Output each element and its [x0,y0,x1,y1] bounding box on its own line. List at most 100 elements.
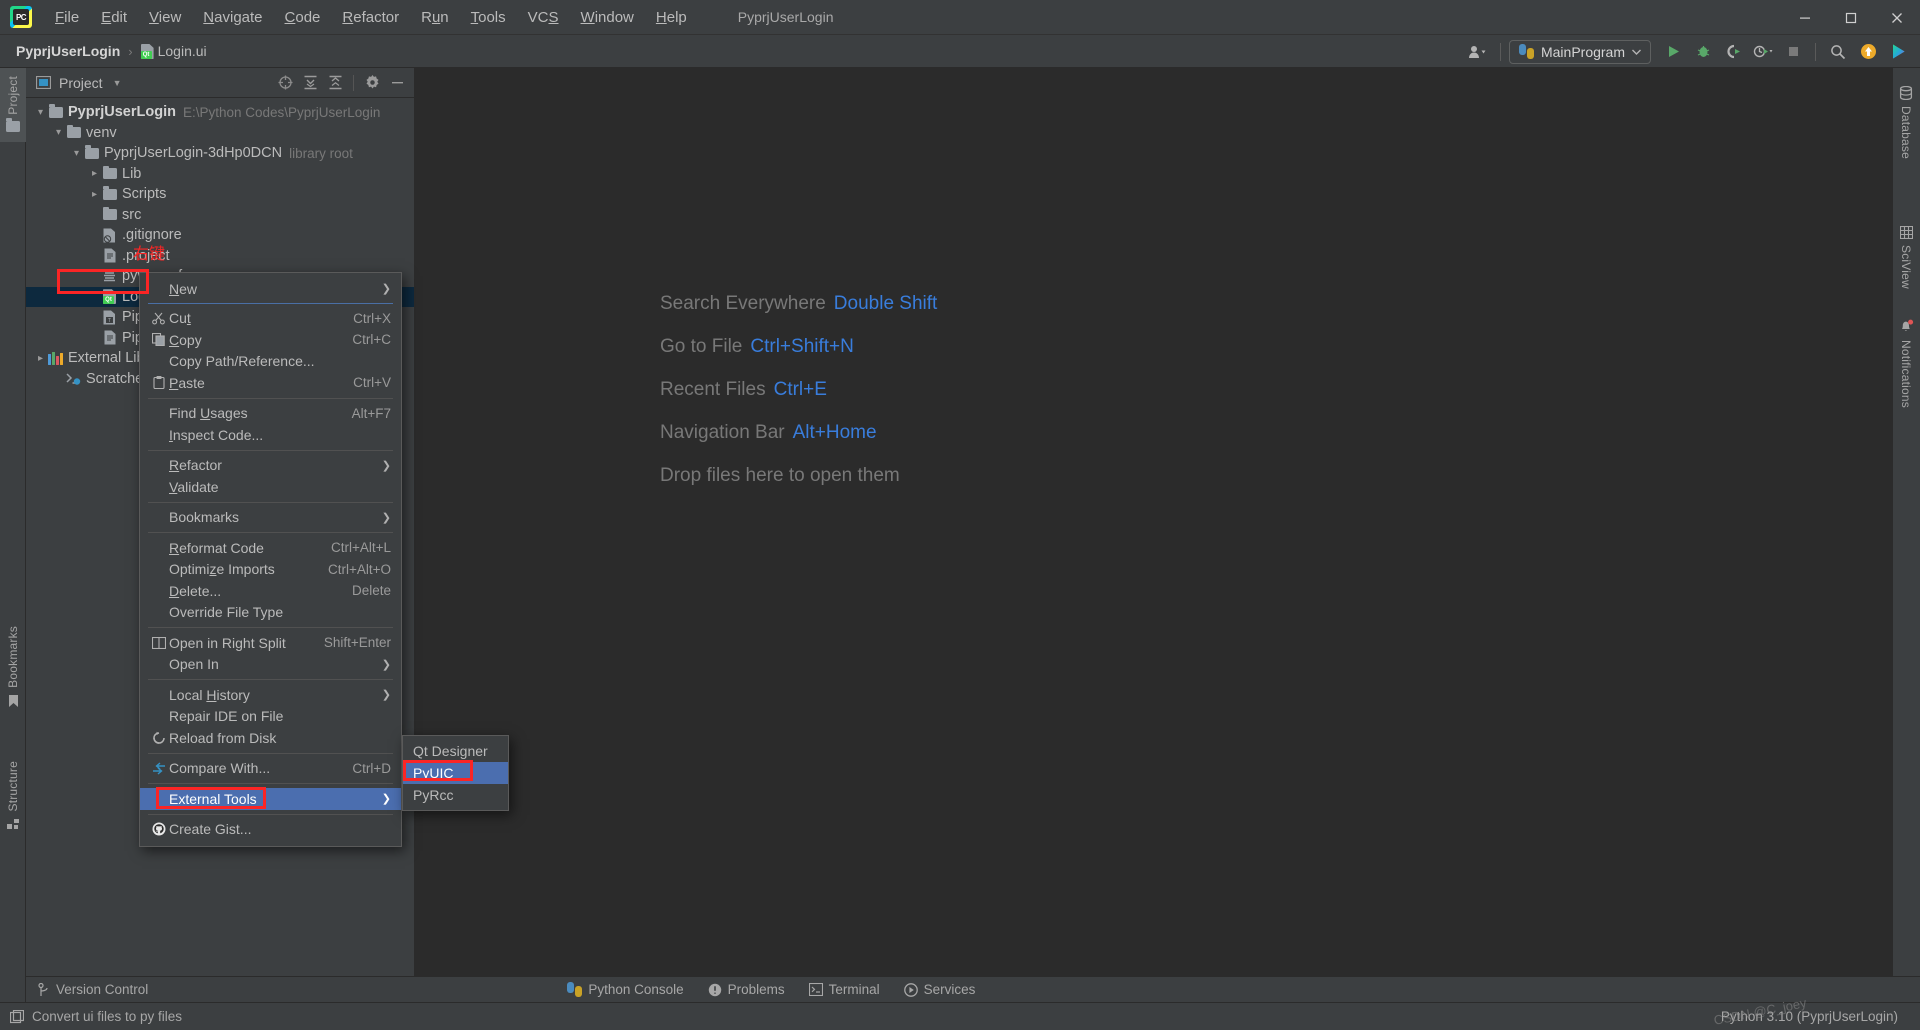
external-tools-submenu[interactable]: Qt Designer PyUIC PyRcc [402,735,509,811]
tree-row-library-root[interactable]: ▾ PyprjUserLogin-3dHp0DCN library root [26,143,414,164]
user-account-icon[interactable] [1464,39,1492,65]
menu-item-new[interactable]: New ❯ [140,278,401,300]
select-opened-file-icon[interactable] [274,72,296,94]
menu-refactor[interactable]: Refactor [331,4,410,31]
compare-icon [148,762,169,775]
settings-gear-icon[interactable] [361,72,383,94]
tree-row-venv[interactable]: ▾ venv [26,123,414,144]
hint-shortcut: Double Shift [833,293,938,314]
menu-item-local-history[interactable]: Local History ❯ [140,684,401,706]
menu-item-shortcut: Alt+F7 [351,405,391,421]
menu-item-reload-from-disk[interactable]: Reload from Disk [140,727,401,749]
submenu-item-qt-designer[interactable]: Qt Designer [403,740,508,762]
collapse-all-icon[interactable] [324,72,346,94]
context-menu[interactable]: New ❯ Cut Ctrl+X Copy Ctrl+C Copy Path/R… [139,272,402,847]
menu-separator [148,752,393,754]
menu-item-inspect-code[interactable]: Inspect Code... [140,424,401,446]
run-with-coverage-icon[interactable] [1719,39,1747,65]
tree-row-project-root[interactable]: ▾ PyprjUserLogin E:\Python Codes\PyprjUs… [26,102,414,123]
editor-area[interactable]: Search Everywhere Double Shift Go to File… [415,68,1892,1002]
update-project-icon[interactable] [1854,39,1882,65]
hide-panel-icon[interactable] [386,72,408,94]
menu-item-refactor[interactable]: Refactor ❯ [140,455,401,477]
chevron-expanded-icon[interactable]: ▾ [34,107,47,118]
submenu-item-pyuic[interactable]: PyUIC [403,762,508,784]
tool-window-services[interactable]: Services [892,977,988,1003]
menu-item-compare-with[interactable]: Compare With... Ctrl+D [140,758,401,780]
sidebar-item-bookmarks[interactable]: Bookmarks [0,618,26,718]
tool-window-label: Problems [727,982,785,997]
sidebar-item-notifications[interactable]: Notifications [1893,311,1919,418]
menu-item-label: Copy [169,331,202,348]
menu-navigate[interactable]: Navigate [192,4,273,31]
run-configuration-selector[interactable]: MainProgram [1508,39,1651,64]
tree-row-lib[interactable]: ▸ Lib [26,164,414,185]
sidebar-item-sciview[interactable]: SciView [1893,218,1919,299]
menu-vcs[interactable]: VCS [517,4,570,31]
menu-file[interactable]: FFileile [44,4,90,31]
tool-window-terminal[interactable]: Terminal [797,977,892,1003]
menu-item-open-in-right-split[interactable]: Open in Right Split Shift+Enter [140,632,401,654]
chevron-down-icon[interactable]: ▼ [113,78,122,88]
run-icon[interactable] [1659,39,1687,65]
menu-separator [148,627,393,628]
chevron-expanded-icon[interactable]: ▾ [70,148,83,159]
menu-code[interactable]: Code [274,4,332,31]
menu-item-paste[interactable]: Paste Ctrl+V [140,372,401,394]
menu-item-label: Reformat Code [169,539,264,556]
menu-item-create-gist[interactable]: Create Gist... [140,819,401,841]
breadcrumb-project[interactable]: PyprjUserLogin [12,41,124,61]
menu-item-label: Inspect Code... [169,426,264,443]
menu-item-validate[interactable]: Validate [140,476,401,498]
menu-window[interactable]: Window [570,4,645,31]
navigation-bar: PyprjUserLogin › Qt Login.ui MainProgram [0,35,1920,68]
tool-window-python-console[interactable]: Python Console [555,977,695,1003]
menu-item-optimize-imports[interactable]: Optimize Imports Ctrl+Alt+O [140,559,401,581]
sidebar-item-structure[interactable]: Structure [0,753,26,841]
status-message: Convert ui files to py files [32,1009,183,1024]
menu-item-label: Validate [169,478,219,495]
sidebar-item-database[interactable]: Database [1893,78,1919,169]
expand-all-icon[interactable] [299,72,321,94]
minimize-icon[interactable] [1782,0,1828,35]
submenu-item-pyrcc[interactable]: PyRcc [403,784,508,806]
menu-tools[interactable]: Tools [460,4,517,31]
debug-icon[interactable] [1689,39,1717,65]
menu-item-cut[interactable]: Cut Ctrl+X [140,308,401,330]
menu-run[interactable]: Run [410,4,460,31]
tool-window-version-control[interactable]: Version Control [26,977,160,1003]
menu-item-external-tools[interactable]: External Tools ❯ [140,788,401,810]
menu-item-copy[interactable]: Copy Ctrl+C [140,329,401,351]
tree-row-gitignore[interactable]: .gitignore [26,225,414,246]
maximize-icon[interactable] [1828,0,1874,35]
breadcrumb-file[interactable]: Qt Login.ui [137,41,211,61]
menu-item-open-in[interactable]: Open In ❯ [140,654,401,676]
close-icon[interactable] [1874,0,1920,35]
stop-icon[interactable] [1779,39,1807,65]
tree-row-src[interactable]: src [26,205,414,226]
menu-item-delete[interactable]: Delete... Delete [140,580,401,602]
menu-view[interactable]: View [138,4,192,31]
menu-item-repair-ide-on-file[interactable]: Repair IDE on File [140,706,401,728]
tool-window-problems[interactable]: Problems [696,977,797,1003]
menu-item-copy-path-reference[interactable]: Copy Path/Reference... [140,351,401,373]
ide-features-trainer-icon[interactable] [1884,39,1912,65]
menu-help[interactable]: Help [645,4,698,31]
menu-item-reformat-code[interactable]: Reformat Code Ctrl+Alt+L [140,537,401,559]
search-icon[interactable] [1824,39,1852,65]
sidebar-item-project[interactable]: Project [0,68,26,142]
scissors-icon [148,312,169,325]
chevron-collapsed-icon[interactable]: ▸ [88,189,101,200]
menu-edit[interactable]: Edit [90,4,138,31]
profile-icon[interactable] [1749,39,1777,65]
chevron-collapsed-icon[interactable]: ▸ [88,168,101,179]
github-icon [148,822,169,836]
chevron-expanded-icon[interactable]: ▾ [52,127,65,138]
menu-item-find-usages[interactable]: Find Usages Alt+F7 [140,403,401,425]
tree-row-project-file[interactable]: .project [26,246,414,267]
tree-row-scripts[interactable]: ▸ Scripts [26,184,414,205]
menu-item-override-file-type[interactable]: Override File Type [140,602,401,624]
chevron-collapsed-icon[interactable]: ▸ [34,353,47,364]
menu-item-label: Compare With... [169,760,271,777]
menu-item-bookmarks[interactable]: Bookmarks ❯ [140,507,401,529]
